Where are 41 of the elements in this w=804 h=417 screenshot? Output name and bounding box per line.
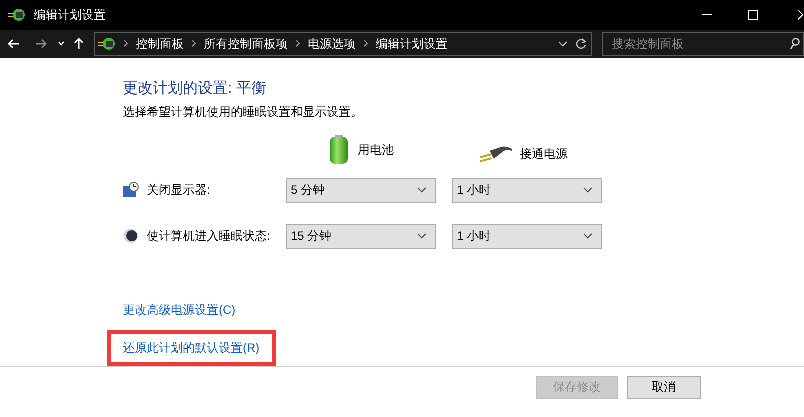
search-icon <box>790 38 800 50</box>
setting-label: 使计算机进入睡眠状态: <box>147 228 270 246</box>
cancel-button[interactable]: 取消 <box>627 376 701 399</box>
chevron-right-icon <box>296 40 300 48</box>
battery-icon <box>328 134 350 165</box>
minimize-icon <box>702 14 712 16</box>
power-source-label: 用电池 <box>358 142 394 159</box>
monitor-clock-icon <box>123 182 139 198</box>
page-description: 选择希望计算机使用的睡眠设置和显示设置。 <box>123 104 364 121</box>
setting-label: 关闭显示器: <box>147 182 210 200</box>
timeout-dropdown[interactable]: 1 小时 <box>452 224 602 249</box>
chevron-down-icon <box>417 187 427 194</box>
window-title: 编辑计划设置 <box>34 6 106 24</box>
chevron-down-icon <box>583 187 593 194</box>
chevron-right-icon <box>192 40 196 48</box>
moon-icon <box>123 228 139 244</box>
refresh-icon[interactable] <box>576 38 587 50</box>
chevron-down-icon <box>583 233 593 240</box>
power-source-label: 接通电源 <box>520 146 568 163</box>
forward-arrow-icon <box>35 38 47 49</box>
breadcrumb-item[interactable]: 编辑计划设置 <box>376 34 448 53</box>
page-heading: 更改计划的设置: 平衡 <box>123 78 268 99</box>
back-arrow-icon <box>8 38 20 49</box>
chevron-down-icon <box>558 40 568 47</box>
close-icon <box>798 10 804 20</box>
chevron-down-icon <box>58 41 64 46</box>
breadcrumb-item[interactable]: 电源选项 <box>308 34 356 53</box>
chevron-right-icon <box>364 40 368 48</box>
settings-link[interactable]: 还原此计划的默认设置(R) <box>123 338 260 357</box>
chevron-right-icon <box>124 40 128 48</box>
timeout-dropdown[interactable]: 15 分钟 <box>286 224 436 249</box>
settings-link[interactable]: 更改高级电源设置(C) <box>123 300 236 319</box>
breadcrumb-item[interactable]: 控制面板 <box>136 34 184 53</box>
up-arrow-icon <box>74 38 84 50</box>
maximize-icon <box>748 10 758 20</box>
search-field[interactable]: 搜索控制面板 <box>602 32 804 56</box>
breadcrumb-item[interactable]: 所有控制面板项 <box>204 34 288 53</box>
timeout-dropdown[interactable]: 5 分钟 <box>286 178 436 203</box>
chevron-down-icon <box>417 233 427 240</box>
address-bar[interactable]: 控制面板 所有控制面板项 电源选项 编辑计划设置 <box>94 32 592 56</box>
timeout-dropdown[interactable]: 1 小时 <box>452 178 602 203</box>
